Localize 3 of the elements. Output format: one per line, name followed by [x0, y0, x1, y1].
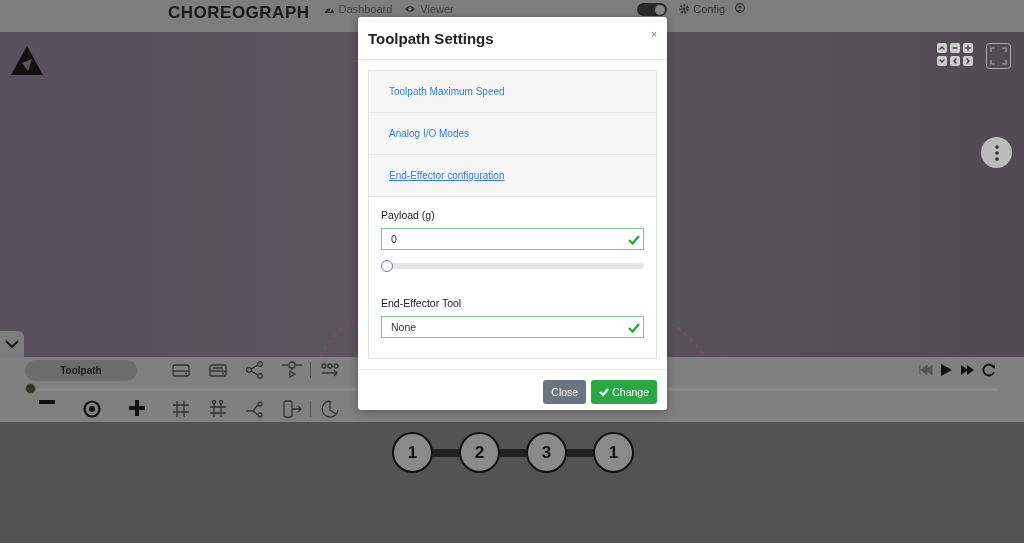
field-label: Payload (g) — [381, 209, 436, 221]
dialog-title: Toolpath Settings — [368, 29, 495, 47]
field-label: End-Effector Tool — [381, 297, 463, 309]
